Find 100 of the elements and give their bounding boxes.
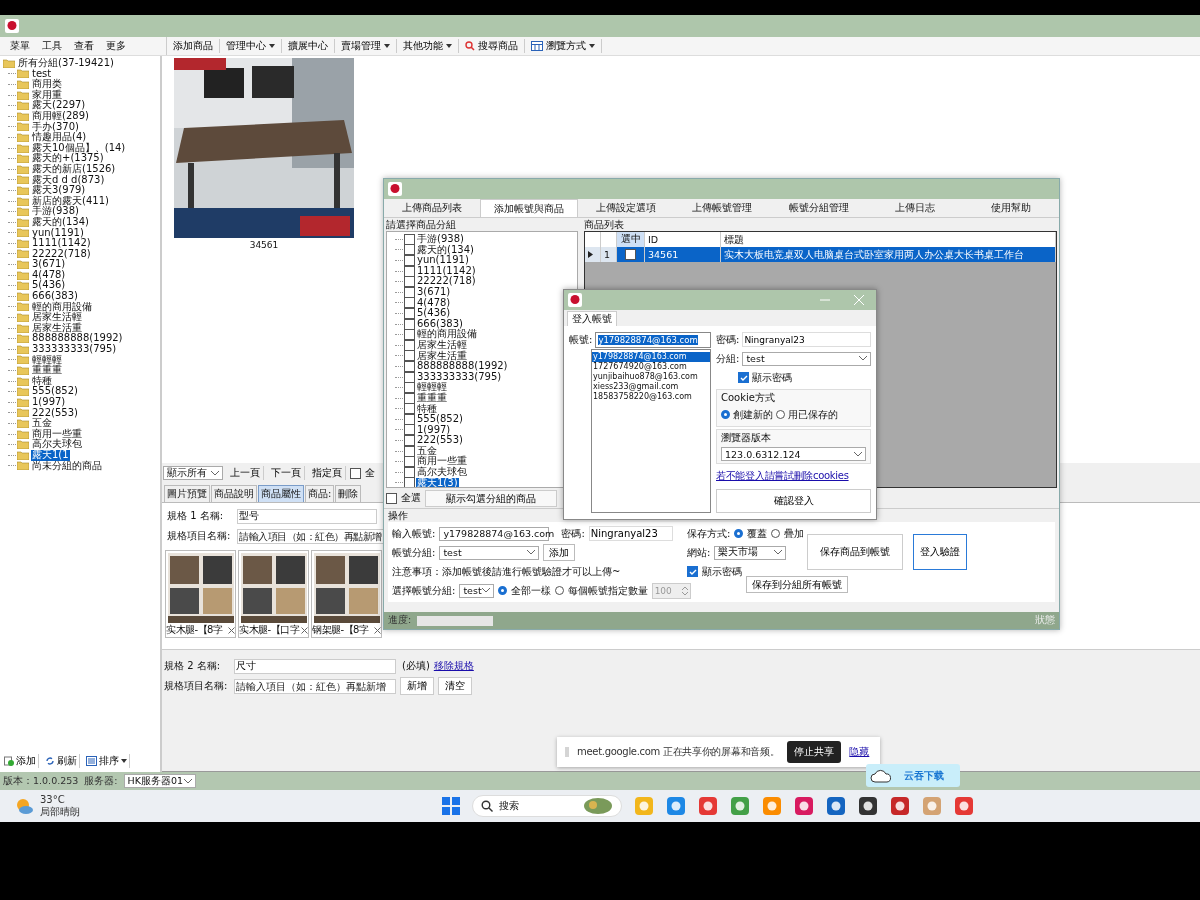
tab[interactable]: 使用幫助: [962, 199, 1059, 217]
group-item[interactable]: 商用一些重: [416, 456, 468, 468]
radio-button[interactable]: [776, 410, 785, 419]
weather-icon[interactable]: [14, 796, 34, 816]
radio-button[interactable]: [497, 586, 507, 595]
group-item[interactable]: 居家生活輕: [416, 339, 468, 351]
checkbox[interactable]: [404, 244, 415, 256]
tab[interactable]: 商品說明: [211, 485, 257, 502]
checkbox[interactable]: [404, 445, 415, 457]
hide-link[interactable]: 隐藏: [849, 745, 870, 759]
checkbox[interactable]: [404, 371, 415, 383]
input-field[interactable]: 請輸入項目（如：紅色）再點新增: [237, 528, 384, 544]
tree-action-button[interactable]: 刷新: [43, 754, 80, 768]
menu-item[interactable]: 菜單: [6, 39, 34, 53]
menu-item[interactable]: 查看: [70, 39, 98, 53]
pager-button[interactable]: 下一頁: [268, 466, 305, 480]
spec-button[interactable]: 清空: [438, 677, 472, 695]
group-item[interactable]: 5(436): [416, 308, 452, 319]
add-button[interactable]: 添加: [543, 544, 576, 561]
tab[interactable]: 添加帳號與商品: [480, 199, 579, 217]
toolbar-button[interactable]: 其他功能: [397, 39, 459, 53]
input-field[interactable]: 型号: [237, 508, 377, 524]
checkbox[interactable]: [404, 424, 415, 436]
tab[interactable]: 圖片預覽: [164, 485, 210, 502]
tab[interactable]: 商品屬性: [258, 485, 304, 502]
close-icon[interactable]: [228, 626, 235, 634]
password-field[interactable]: Ningranyal23: [588, 526, 673, 541]
tree-item[interactable]: 露天的新店(1526): [31, 163, 117, 175]
tree-item[interactable]: 22222(718): [31, 248, 92, 260]
account-field[interactable]: y179828874@163.com: [595, 331, 711, 348]
tree-item[interactable]: 露天10個品】、(14): [31, 142, 127, 154]
group-item[interactable]: 五金: [416, 445, 438, 457]
tree-item[interactable]: yun(1191): [31, 227, 85, 239]
remove-spec-link[interactable]: 移除規格: [433, 659, 474, 673]
tree-item[interactable]: 555(852): [31, 386, 79, 397]
group-item[interactable]: 高尔夫球包: [416, 467, 468, 478]
close-icon[interactable]: [301, 626, 308, 634]
tree-item[interactable]: 3(671): [31, 259, 67, 270]
tree-item[interactable]: 露天3(979): [31, 185, 87, 196]
checkbox[interactable]: [404, 318, 415, 330]
checkbox[interactable]: [350, 467, 361, 479]
group-item[interactable]: 3(671): [416, 286, 452, 298]
checkbox[interactable]: [404, 276, 415, 288]
input-field[interactable]: 請輸入項目（如：紅色）再點新增: [234, 678, 396, 694]
start-icon[interactable]: [442, 797, 460, 815]
filter-dropdown[interactable]: 顯示所有: [163, 466, 223, 480]
group-item[interactable]: 555(852): [416, 414, 464, 425]
app-icon[interactable]: [858, 796, 878, 816]
tree-item[interactable]: 重重重: [31, 365, 63, 376]
group-dropdown[interactable]: test: [459, 583, 494, 598]
tree-item[interactable]: 輕輕輕: [31, 354, 63, 366]
tree-item[interactable]: 手游(938): [31, 206, 80, 217]
checkbox[interactable]: [404, 413, 415, 425]
tab[interactable]: 上傳帳號管理: [674, 199, 771, 217]
checkbox[interactable]: [404, 286, 415, 298]
tab[interactable]: 上傳商品列表: [384, 199, 481, 217]
account-option[interactable]: 18583758220@163.com: [592, 392, 710, 402]
tree-item[interactable]: 1(997): [31, 397, 67, 408]
password-field[interactable]: Ningranyal23: [742, 332, 871, 347]
checkbox[interactable]: [738, 372, 749, 383]
group-item[interactable]: 輕輕輕: [416, 382, 448, 393]
tree-item[interactable]: 4(478): [31, 269, 67, 281]
account-option[interactable]: xiess233@gmail.com: [592, 382, 710, 392]
tree-item[interactable]: 666(383): [31, 291, 79, 302]
save-all-button[interactable]: 保存到分組所有帳號: [746, 576, 848, 593]
tree-item[interactable]: 家用重: [31, 89, 63, 101]
group-item[interactable]: 4(478): [416, 297, 452, 309]
tree-item[interactable]: 露天的(134): [31, 216, 90, 228]
group-item[interactable]: 露天1(3): [416, 477, 459, 487]
login-verify-button[interactable]: 登入驗證: [913, 534, 967, 570]
menu-item[interactable]: 更多: [102, 39, 130, 53]
tree-item[interactable]: 居家生活輕: [31, 312, 83, 323]
confirm-login-button[interactable]: 確認登入: [716, 489, 871, 513]
group-item[interactable]: 露天的(134): [416, 244, 475, 256]
menu-item[interactable]: 工具: [38, 39, 66, 53]
tree-item[interactable]: 情趣用品(4): [31, 132, 88, 143]
checkbox[interactable]: [404, 435, 415, 447]
spec-button[interactable]: 新增: [400, 677, 434, 695]
tree-item[interactable]: 特種: [31, 375, 53, 387]
drag-handle-icon[interactable]: [565, 747, 569, 757]
tree-item[interactable]: 5(436): [31, 280, 67, 292]
group-item[interactable]: 22222(718): [416, 276, 477, 287]
radio-button[interactable]: [771, 529, 781, 538]
checkbox[interactable]: [404, 477, 415, 487]
cloud-download-button[interactable]: 云吞下载: [866, 764, 960, 787]
toolbar-button[interactable]: 管理中心: [220, 39, 282, 53]
tree-item[interactable]: 1111(1142): [31, 238, 92, 249]
tree-item[interactable]: 露天的+(1375): [31, 153, 105, 164]
save-to-account-button[interactable]: 保存商品到帳號: [807, 534, 903, 570]
tree-item[interactable]: 新店的露天(411): [31, 195, 110, 207]
tab[interactable]: 登入帳號: [567, 311, 617, 326]
group-item[interactable]: 居家生活重: [416, 350, 468, 362]
checkbox[interactable]: [625, 249, 636, 260]
toolbar-button[interactable]: 搜尋商品: [459, 39, 525, 53]
toolbar-button[interactable]: 賣場管理: [335, 39, 397, 53]
tree-item[interactable]: 888888888(1992): [31, 333, 124, 345]
checkbox[interactable]: [404, 392, 415, 404]
checkbox[interactable]: [404, 339, 415, 351]
tree-item[interactable]: 高尔夫球包: [31, 439, 83, 450]
group-item[interactable]: 特種: [416, 403, 438, 415]
